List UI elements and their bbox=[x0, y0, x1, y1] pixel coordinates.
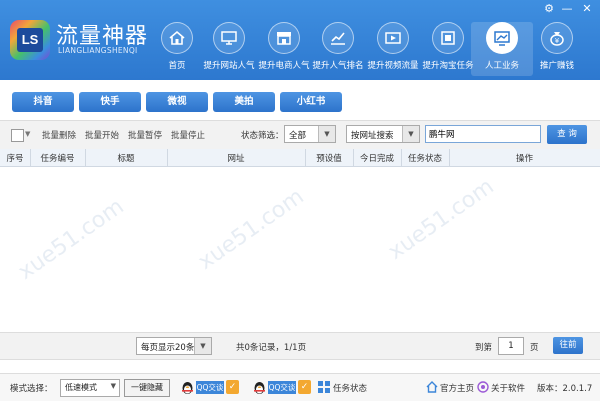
record-summary: 共0条记录，1/1页 bbox=[236, 343, 307, 353]
pager: 每页显示20条 ▼ 共0条记录，1/1页 到第 1 页 往前 bbox=[0, 332, 600, 360]
column-header: 网址 bbox=[227, 154, 245, 164]
query-button[interactable]: 查 询 bbox=[547, 125, 587, 144]
mode-select[interactable]: 低速模式 ▼ bbox=[60, 379, 120, 397]
task-grid-icon bbox=[318, 381, 330, 393]
app-subtitle: LIANGLIANGSHENQI bbox=[58, 46, 138, 55]
batch-delete-button[interactable]: 批量删除 bbox=[42, 129, 76, 141]
watermark: xue51.com bbox=[13, 194, 129, 285]
task-table-body: xue51.com xue51.com xue51.com bbox=[0, 167, 600, 331]
qq-chat-label: QQ交谈 bbox=[196, 381, 224, 394]
search-type-select[interactable]: 按网址搜索 ▼ bbox=[346, 125, 420, 143]
table-header: 序号 任务编号 标题 网址 预设值 今日完成 任务状态 操作 bbox=[0, 149, 600, 167]
status-bar: 模式选择： 低速模式 ▼ 一键隐藏 QQ交谈 ✓ QQ交谈 ✓ 任务状态 官方主… bbox=[0, 373, 600, 401]
nav-label: 提升淘宝任务 bbox=[422, 61, 474, 71]
status-filter-value: 全部 bbox=[289, 131, 307, 141]
column-header: 序号 bbox=[6, 154, 24, 164]
minimize-button[interactable]: — bbox=[560, 2, 574, 16]
home-icon bbox=[426, 381, 438, 393]
mode-label: 模式选择： bbox=[10, 384, 53, 394]
nav-ecommerce-traffic[interactable]: 提升电商人气 bbox=[253, 22, 315, 76]
nav-label: 提升人气排名 bbox=[312, 61, 364, 71]
monitor-icon bbox=[213, 22, 245, 54]
status-filter-select[interactable]: 全部 ▼ bbox=[284, 125, 336, 143]
platform-kuaishou-button[interactable]: 快手 bbox=[79, 92, 141, 112]
qq-chat-1[interactable]: QQ交谈 ✓ bbox=[180, 379, 240, 396]
qq-chat-2[interactable]: QQ交谈 ✓ bbox=[252, 379, 312, 396]
batch-pause-button[interactable]: 批量暂停 bbox=[128, 129, 162, 141]
nav-label: 人工业务 bbox=[484, 61, 519, 71]
nav-label: 提升电商人气 bbox=[258, 61, 310, 71]
goto-prefix: 到第 bbox=[475, 343, 493, 353]
status-filter-label: 状态筛选： bbox=[241, 131, 284, 141]
qq-penguin-icon bbox=[254, 382, 265, 394]
home-icon bbox=[161, 22, 193, 54]
platform-weishi-button[interactable]: 微视 bbox=[146, 92, 208, 112]
page-number-input[interactable]: 1 bbox=[498, 337, 524, 355]
svg-text:¥: ¥ bbox=[555, 37, 560, 45]
column-header: 操作 bbox=[515, 154, 533, 164]
search-input[interactable] bbox=[425, 125, 541, 143]
per-page-select[interactable]: 每页显示20条 ▼ bbox=[136, 337, 212, 355]
nav-website-traffic[interactable]: 提升网站人气 bbox=[198, 22, 260, 76]
nav-label: 提升视频流量 bbox=[367, 61, 419, 71]
close-button[interactable]: ✕ bbox=[580, 2, 594, 16]
column-header: 任务状态 bbox=[407, 154, 442, 164]
about-software-link[interactable]: 关于软件 bbox=[491, 382, 525, 394]
column-header: 标题 bbox=[117, 154, 135, 164]
official-homepage-link[interactable]: 官方主页 bbox=[440, 382, 474, 394]
chevron-down-icon: ▼ bbox=[194, 338, 211, 354]
manual-service-icon bbox=[486, 22, 518, 54]
column-header: 今日完成 bbox=[359, 154, 394, 164]
batch-stop-button[interactable]: 批量停止 bbox=[171, 129, 205, 141]
toolbar: ▼ 批量删除 批量开始 批量暂停 批量停止 状态筛选： 全部 ▼ 按网址搜索 ▼… bbox=[0, 120, 600, 150]
watermark: xue51.com bbox=[193, 184, 309, 275]
task-status-link[interactable]: 任务状态 bbox=[333, 382, 367, 394]
nav-label: 提升网站人气 bbox=[203, 61, 255, 71]
header: LS 流量神器 LIANGLIANGSHENQI ⚙ — ✕ 首页 提升网站人气… bbox=[0, 0, 600, 80]
nav-taobao-tasks[interactable]: 提升淘宝任务 bbox=[417, 22, 479, 76]
check-icon: ✓ bbox=[226, 380, 239, 394]
one-click-hide-button[interactable]: 一键隐藏 bbox=[124, 379, 170, 397]
qq-penguin-icon bbox=[182, 382, 193, 394]
column-header: 预设值 bbox=[316, 154, 342, 164]
nav-video-traffic[interactable]: 提升视频流量 bbox=[362, 22, 424, 76]
nav-promote-earn[interactable]: ¥ 推广赚钱 bbox=[526, 22, 588, 76]
nav-label: 推广赚钱 bbox=[539, 61, 574, 71]
select-all-checkbox[interactable] bbox=[11, 129, 24, 142]
version-label: 版本：2.0.1.7 bbox=[537, 384, 593, 394]
video-play-icon bbox=[377, 22, 409, 54]
logo-mark: LS bbox=[17, 28, 43, 52]
nav-ranking[interactable]: 提升人气排名 bbox=[307, 22, 369, 76]
app-logo: LS bbox=[10, 20, 50, 60]
platform-meipai-button[interactable]: 美拍 bbox=[213, 92, 275, 112]
about-icon bbox=[477, 381, 489, 393]
goto-button[interactable]: 往前 bbox=[553, 337, 583, 354]
watermark: xue51.com bbox=[383, 174, 499, 265]
storefront-icon bbox=[268, 22, 300, 54]
batch-start-button[interactable]: 批量开始 bbox=[85, 129, 119, 141]
chevron-down-icon: ▼ bbox=[318, 126, 335, 142]
goto-suffix: 页 bbox=[530, 343, 539, 353]
chevron-down-icon: ▼ bbox=[110, 382, 116, 390]
qq-chat-label: QQ交谈 bbox=[268, 381, 296, 394]
mode-value: 低速模式 bbox=[65, 383, 97, 392]
platform-xiaohongshu-button[interactable]: 小红书 bbox=[280, 92, 342, 112]
chevron-down-icon[interactable]: ▼ bbox=[25, 130, 30, 138]
check-icon: ✓ bbox=[298, 380, 311, 394]
search-type-value: 按网址搜索 bbox=[351, 131, 394, 141]
platform-douyin-button[interactable]: 抖音 bbox=[12, 92, 74, 112]
taobao-icon bbox=[432, 22, 464, 54]
chevron-down-icon: ▼ bbox=[402, 126, 419, 142]
money-bag-icon: ¥ bbox=[541, 22, 573, 54]
per-page-value: 每页显示20条 bbox=[141, 343, 195, 353]
settings-icon[interactable]: ⚙ bbox=[542, 2, 556, 16]
nav-manual-service[interactable]: 人工业务 bbox=[471, 22, 533, 76]
column-header: 任务编号 bbox=[40, 154, 75, 164]
ranking-chart-icon bbox=[322, 22, 354, 54]
